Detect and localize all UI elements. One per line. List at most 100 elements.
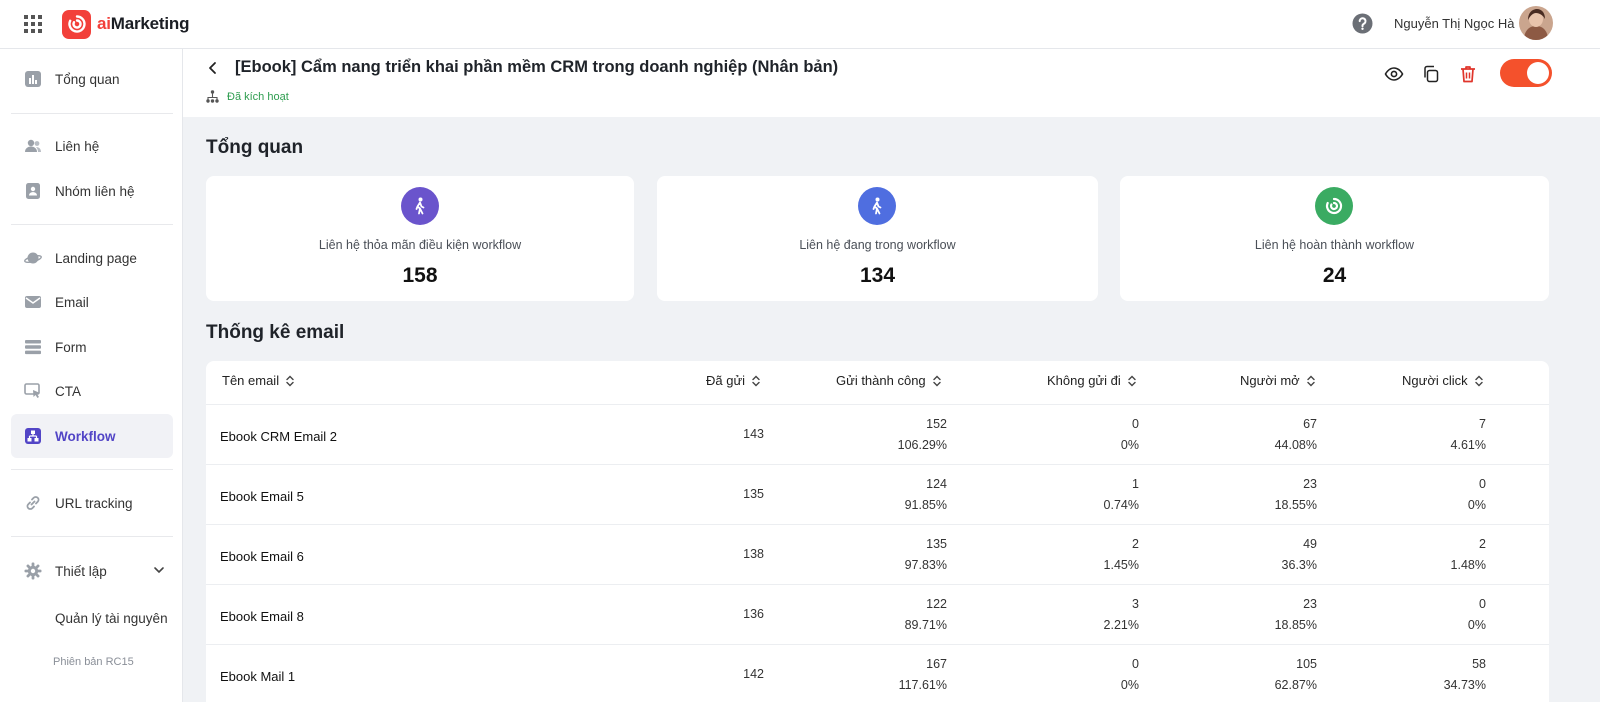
success-cell: 135 97.83% <box>827 534 947 576</box>
table-row[interactable]: Ebook Mail 1 142 167 117.61% 0 0% 105 62.87… <box>206 645 1549 702</box>
sidebar-item-url-tracking[interactable]: URL tracking <box>11 481 173 525</box>
table-row[interactable]: Ebook Email 5 135 124 91.85% 1 0.74% 23 18.… <box>206 465 1549 525</box>
clicked-cell: 58 34.73% <box>1366 654 1486 696</box>
sidebar-item-thiet-lap[interactable]: Thiết lập <box>11 549 173 593</box>
table-header: Tên email Đã gửi Gửi thành công Không gử… <box>206 361 1549 405</box>
complete-spiral-icon <box>1315 187 1353 225</box>
column-header-ten-email[interactable]: Tên email <box>222 373 295 388</box>
column-header-gui-thanh-cong[interactable]: Gửi thành công <box>836 373 942 388</box>
sort-icon <box>752 375 760 386</box>
stat-value: 24 <box>1322 264 1347 287</box>
stat-card-eligible: Liên hệ thỏa mãn điều kiện workflow 158 <box>206 176 634 301</box>
table-row[interactable]: Ebook Email 8 136 122 89.71% 3 2.21% 23 18.… <box>206 585 1549 645</box>
stat-label: Liên hệ hoàn thành workflow <box>1254 238 1415 252</box>
link-icon <box>26 496 40 510</box>
failed-value: 0 <box>1132 417 1139 431</box>
form-icon <box>25 340 41 355</box>
clicked-value: 2 <box>1479 537 1486 551</box>
divider <box>11 224 173 225</box>
clicked-value: 0 <box>1479 477 1486 491</box>
sidebar-subitem-quan-ly-tai-nguyen[interactable]: Quản lý tài nguyên <box>55 611 168 626</box>
activation-toggle[interactable] <box>1500 59 1552 87</box>
chart-icon <box>25 71 41 87</box>
brand-logo[interactable]: aiMarketing <box>62 9 189 39</box>
column-label: Đã gửi <box>706 373 746 388</box>
failed-pct: 0% <box>1120 678 1139 692</box>
table-row[interactable]: Ebook Email 6 138 135 97.83% 2 1.45% 49 36.… <box>206 525 1549 585</box>
stat-value: 158 <box>402 264 438 287</box>
sidebar-item-nhom-lien-he[interactable]: Nhóm liên hệ <box>11 169 173 213</box>
duplicate-icon[interactable] <box>1421 64 1441 84</box>
sort-icon <box>1128 375 1136 386</box>
email-stats-table: Tên email Đã gửi Gửi thành công Không gử… <box>206 361 1549 702</box>
table-row[interactable]: Ebook CRM Email 2 143 152 106.29% 0 0% 67 4… <box>206 405 1549 465</box>
clicked-pct: 0% <box>1467 498 1486 512</box>
clicked-value: 0 <box>1479 597 1486 611</box>
opened-value: 67 <box>1303 417 1317 431</box>
failed-value: 2 <box>1132 537 1139 551</box>
clicked-value: 7 <box>1479 417 1486 431</box>
walking-person-icon <box>401 187 439 225</box>
sidebar-item-label: Form <box>55 339 87 355</box>
sidebar-item-lien-he[interactable]: Liên hệ <box>11 124 173 168</box>
sidebar-item-email[interactable]: Email <box>11 280 173 324</box>
clicked-cell: 7 4.61% <box>1366 414 1486 456</box>
stat-label: Liên hệ thỏa mãn điều kiện workflow <box>318 238 522 252</box>
sidebar-item-tong-quan[interactable]: Tổng quan <box>11 57 173 101</box>
divider <box>11 536 173 537</box>
column-header-khong-gui-di[interactable]: Không gửi đi <box>1047 373 1137 388</box>
opened-pct: 62.87% <box>1274 678 1317 692</box>
failed-cell: 3 2.21% <box>1019 594 1139 636</box>
column-label: Không gửi đi <box>1047 373 1121 388</box>
eye-icon[interactable] <box>1384 64 1404 84</box>
failed-value: 0 <box>1132 657 1139 671</box>
column-label: Gửi thành công <box>836 373 926 388</box>
success-cell: 122 89.71% <box>827 594 947 636</box>
stat-card-completed: Liên hệ hoàn thành workflow 24 <box>1120 176 1549 301</box>
column-header-nguoi-click[interactable]: Người click <box>1402 373 1484 388</box>
brand-name: aiMarketing <box>97 14 190 33</box>
opened-pct: 44.08% <box>1274 438 1317 452</box>
stat-value: 134 <box>859 264 896 287</box>
sidebar-item-workflow[interactable]: Workflow <box>11 414 173 458</box>
sidebar-item-cta[interactable]: CTA <box>11 369 173 413</box>
clicked-pct: 1.48% <box>1450 558 1486 572</box>
brand-mark-icon <box>62 9 91 39</box>
sidebar-item-label: Liên hệ <box>55 138 100 154</box>
column-label: Tên email <box>222 373 280 388</box>
chevron-down-icon[interactable] <box>153 564 165 576</box>
apps-grid-icon[interactable] <box>24 15 42 33</box>
top-bar: aiMarketing Nguyễn Thị Ngọc Hà <box>0 0 1600 49</box>
user-name[interactable]: Nguyễn Thị Ngọc Hà <box>1394 16 1514 31</box>
success-cell: 124 91.85% <box>827 474 947 516</box>
sort-icon <box>932 375 941 386</box>
sort-icon <box>1307 375 1315 386</box>
sidebar: Tổng quan Liên hệ Nhóm liên hệ Landing p… <box>0 49 183 702</box>
users-icon <box>25 139 41 152</box>
failed-pct: 0% <box>1120 438 1139 452</box>
avatar[interactable] <box>1519 6 1553 40</box>
delete-icon[interactable] <box>1458 64 1478 84</box>
clicked-pct: 4.61% <box>1450 438 1486 452</box>
failed-value: 3 <box>1132 597 1139 611</box>
sort-icon <box>1474 375 1483 386</box>
success-cell: 167 117.61% <box>827 654 947 696</box>
help-icon[interactable] <box>1352 13 1373 34</box>
sent-value: 135 <box>743 487 764 501</box>
sidebar-item-label: Thiết lập <box>55 563 107 579</box>
column-header-nguoi-mo[interactable]: Người mở <box>1240 373 1316 388</box>
success-pct: 91.85% <box>904 498 947 512</box>
sidebar-item-form[interactable]: Form <box>11 325 173 369</box>
success-value: 122 <box>926 597 947 611</box>
opened-value: 105 <box>1296 657 1317 671</box>
email-name: Ebook Email 5 <box>220 489 304 504</box>
sidebar-item-landing-page[interactable]: Landing page <box>11 236 173 280</box>
clicked-cell: 0 0% <box>1366 474 1486 516</box>
column-header-da-gui[interactable]: Đã gửi <box>706 373 761 388</box>
failed-value: 1 <box>1132 477 1139 491</box>
sent-value: 143 <box>743 427 764 441</box>
gear-icon <box>24 562 42 580</box>
clicked-cell: 0 0% <box>1366 594 1486 636</box>
opened-pct: 18.85% <box>1274 618 1317 632</box>
back-arrow-icon[interactable] <box>205 60 221 76</box>
